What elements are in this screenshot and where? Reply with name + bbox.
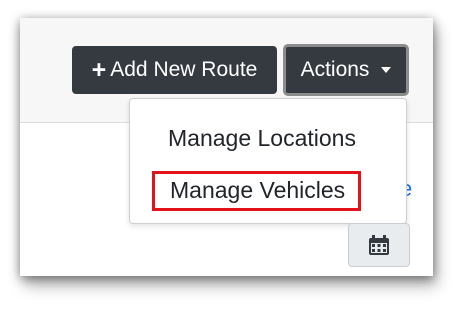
caret-down-icon [381,67,392,73]
menu-item-manage-vehicles[interactable]: Manage Vehicles [152,171,362,211]
page-panel: + Add New Route Actions e Manage Locatio… [20,18,433,276]
actions-dropdown-button[interactable]: Actions [283,44,409,96]
menu-item-manage-locations[interactable]: Manage Locations [168,125,356,152]
actions-dropdown-menu: Manage Locations Manage Vehicles [129,98,407,224]
add-new-route-button[interactable]: + Add New Route [72,46,277,94]
plus-icon: + [91,55,107,84]
calendar-button[interactable] [348,223,410,267]
actions-label: Actions [300,58,370,81]
calendar-icon [369,235,389,255]
add-new-route-label: Add New Route [110,58,258,81]
